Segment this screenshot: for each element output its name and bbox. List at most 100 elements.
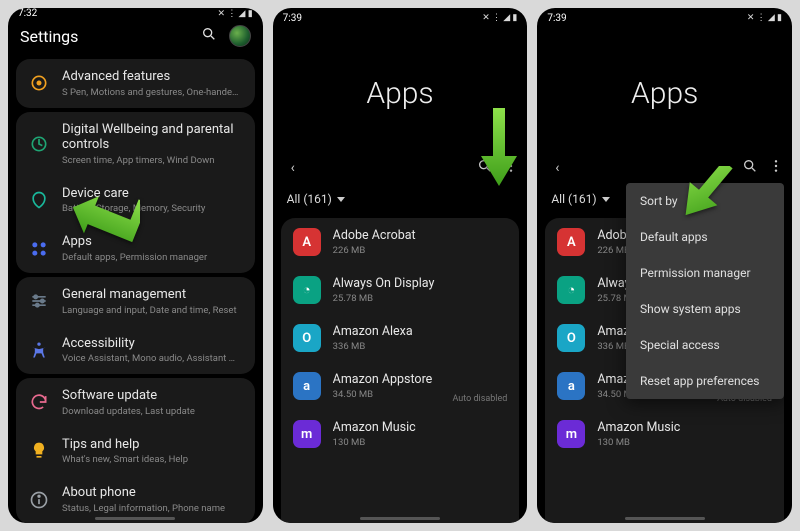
row-title: General management xyxy=(62,287,243,303)
search-icon[interactable] xyxy=(201,26,217,46)
row-title: About phone xyxy=(62,485,243,501)
row-subtitle: Language and input, Date and time, Reset xyxy=(62,305,243,316)
app-icon: O xyxy=(293,324,321,352)
apps-icon xyxy=(28,238,50,260)
row-subtitle: Voice Assistant, Mono audio, Assistant m… xyxy=(62,353,243,364)
app-icon: ◔ xyxy=(557,276,585,304)
app-icon: m xyxy=(557,420,585,448)
app-row[interactable]: a Amazon Appstore 34.50 MB Auto disabled xyxy=(281,362,520,410)
filter-label: All (161) xyxy=(287,192,332,206)
back-button[interactable]: ‹ xyxy=(545,160,569,176)
settings-row-general[interactable]: General management Language and input, D… xyxy=(16,277,255,326)
settings-row-wellbeing[interactable]: Digital Wellbeing and parental controls … xyxy=(16,112,255,176)
page-title: Apps xyxy=(631,76,698,111)
row-title: Software update xyxy=(62,388,243,404)
status-bar: 7:32 ✕ ⋮ ◢ ▮ xyxy=(8,8,263,19)
app-icon: m xyxy=(293,420,321,448)
page-title: Apps xyxy=(366,76,433,111)
menu-item-reset-app-preferences[interactable]: Reset app preferences xyxy=(626,363,784,399)
about-icon xyxy=(28,489,50,511)
app-row[interactable]: m Amazon Music 130 MB xyxy=(545,410,784,458)
menu-item-show-system-apps[interactable]: Show system apps xyxy=(626,291,784,327)
apps-toolbar: ‹ xyxy=(537,158,792,184)
app-size: 130 MB xyxy=(333,437,508,448)
row-subtitle: What's new, Smart ideas, Help xyxy=(62,454,243,465)
auto-disabled-label: Auto disabled xyxy=(452,394,507,404)
back-button[interactable]: ‹ xyxy=(281,160,305,176)
app-name: Amazon Alexa xyxy=(333,324,508,339)
app-name: Amazon Appstore xyxy=(333,372,508,387)
tutorial-arrow xyxy=(479,108,519,188)
row-subtitle: Download updates, Last update xyxy=(62,406,243,417)
status-time: 7:32 xyxy=(18,8,37,19)
menu-item-permission-manager[interactable]: Permission manager xyxy=(626,255,784,291)
phone-screen-apps: 7:39 ✕ ⋮ ◢ ▮ Apps ‹ All (161) A Adobe Ac… xyxy=(273,8,528,523)
app-name: Amazon Music xyxy=(333,420,508,435)
app-name: Always On Display xyxy=(333,276,508,291)
phone-screen-apps-menu: 7:39 ✕ ⋮ ◢ ▮ Apps ‹ All (161) A Adobe Ac… xyxy=(537,8,792,523)
settings-group: Software update Download updates, Last u… xyxy=(16,378,255,523)
settings-row-about[interactable]: About phone Status, Legal information, P… xyxy=(16,475,255,523)
status-icons: ✕ ⋮ ◢ ▮ xyxy=(482,13,517,23)
app-icon: O xyxy=(557,324,585,352)
status-bar: 7:39 ✕ ⋮ ◢ ▮ xyxy=(273,8,528,28)
devicecare-icon xyxy=(28,189,50,211)
app-list: A Adobe Acrobat 226 MB ◔ Always On Displ… xyxy=(281,218,520,523)
row-title: Tips and help xyxy=(62,437,243,453)
filter-label: All (161) xyxy=(551,192,596,206)
home-indicator[interactable] xyxy=(625,517,705,520)
status-time: 7:39 xyxy=(283,13,302,24)
home-indicator[interactable] xyxy=(95,517,175,520)
wellbeing-icon xyxy=(28,133,50,155)
settings-row-advanced[interactable]: Advanced features S Pen, Motions and ges… xyxy=(16,59,255,108)
app-icon: A xyxy=(557,228,585,256)
menu-item-special-access[interactable]: Special access xyxy=(626,327,784,363)
app-icon: a xyxy=(293,372,321,400)
row-title: Advanced features xyxy=(62,69,243,85)
home-indicator[interactable] xyxy=(360,517,440,520)
status-bar: 7:39 ✕ ⋮ ◢ ▮ xyxy=(537,8,792,28)
app-row[interactable]: ◔ Always On Display 25.78 MB xyxy=(281,266,520,314)
chevron-down-icon xyxy=(337,197,345,202)
tutorial-arrow xyxy=(682,166,752,236)
status-icons: ✕ ⋮ ◢ ▮ xyxy=(747,13,782,23)
general-icon xyxy=(28,290,50,312)
app-row[interactable]: m Amazon Music 130 MB xyxy=(281,410,520,458)
app-size: 226 MB xyxy=(333,245,508,256)
settings-row-tips[interactable]: Tips and help What's new, Smart ideas, H… xyxy=(16,427,255,476)
settings-row-update[interactable]: Software update Download updates, Last u… xyxy=(16,378,255,427)
row-subtitle: Status, Legal information, Phone name xyxy=(62,503,243,514)
settings-header: Settings xyxy=(8,19,263,55)
advanced-icon xyxy=(28,72,50,94)
app-icon: ◔ xyxy=(293,276,321,304)
app-name: Adobe Acrobat xyxy=(333,228,508,243)
app-icon: A xyxy=(293,228,321,256)
more-icon[interactable] xyxy=(768,158,784,178)
page-title: Settings xyxy=(20,27,78,46)
app-name: Amazon Music xyxy=(597,420,772,435)
settings-row-accessibility[interactable]: Accessibility Voice Assistant, Mono audi… xyxy=(16,326,255,375)
row-title: Digital Wellbeing and parental controls xyxy=(62,122,243,153)
profile-avatar[interactable] xyxy=(229,25,251,47)
accessibility-icon xyxy=(28,339,50,361)
row-subtitle: Screen time, App timers, Wind Down xyxy=(62,155,243,166)
settings-group: General management Language and input, D… xyxy=(16,277,255,374)
tutorial-arrow xyxy=(70,186,140,246)
app-row[interactable]: O Amazon Alexa 336 MB xyxy=(281,314,520,362)
status-icons: ✕ ⋮ ◢ ▮ xyxy=(218,9,253,19)
tips-icon xyxy=(28,440,50,462)
filter-dropdown[interactable]: All (161) xyxy=(273,184,528,214)
row-subtitle: Default apps, Permission manager xyxy=(62,252,243,263)
app-size: 130 MB xyxy=(597,437,772,448)
app-size: 25.78 MB xyxy=(333,293,508,304)
settings-group: Advanced features S Pen, Motions and ges… xyxy=(16,59,255,108)
update-icon xyxy=(28,391,50,413)
app-size: 336 MB xyxy=(333,341,508,352)
app-icon: a xyxy=(557,372,585,400)
status-time: 7:39 xyxy=(547,13,566,24)
apps-hero: Apps xyxy=(537,28,792,158)
app-row[interactable]: A Adobe Acrobat 226 MB xyxy=(281,218,520,266)
phone-screen-settings: 7:32 ✕ ⋮ ◢ ▮ Settings Advanced features … xyxy=(8,8,263,523)
row-subtitle: S Pen, Motions and gestures, One-handed … xyxy=(62,87,243,98)
chevron-down-icon xyxy=(602,197,610,202)
